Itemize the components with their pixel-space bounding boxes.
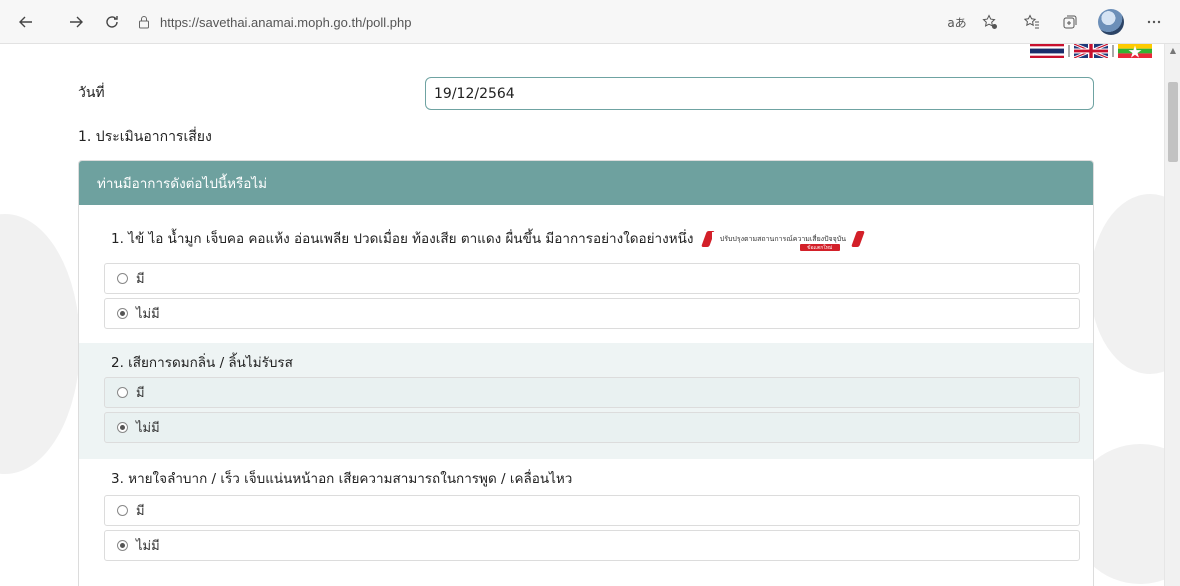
profile-avatar[interactable] (1098, 9, 1124, 35)
flag-separator (1112, 45, 1114, 57)
option-label: มี (136, 386, 145, 401)
background-decoration (0, 214, 80, 474)
option-label: ไม่มี (136, 539, 160, 554)
section-title: 1. ประเมินอาการเสี่ยง (78, 129, 212, 145)
symptom-card: ท่านมีอาการดังต่อไปนี้หรือไม่ 1. ไข้ ไอ … (78, 160, 1094, 586)
page-content: วันที่ 19/12/2564 1. ประเมินอาการเสี่ยง … (0, 44, 1164, 586)
radio-button-selected[interactable] (117, 308, 128, 319)
scrollbar-thumb[interactable] (1168, 82, 1178, 162)
favorites-icon[interactable] (1018, 8, 1046, 36)
option-no[interactable]: ไม่มี (104, 530, 1080, 561)
background-decoration (1090, 194, 1164, 374)
read-aloud-icon[interactable]: aあ (942, 8, 972, 36)
option-no[interactable]: ไม่มี (104, 298, 1080, 329)
flag-separator (1068, 45, 1070, 57)
option-label: มี (136, 272, 145, 287)
badge-text: ปรับปรุงตามสถานการณ์ความเสี่ยงปัจจุบัน ข… (711, 232, 854, 251)
uk-flag-icon[interactable] (1074, 44, 1108, 58)
question-1: 1. ไข้ ไอ น้ำมูก เจ็บคอ คอแห้ง อ่อนเพลีย… (79, 205, 1093, 333)
question-3: 3. หายใจลำบาก / เร็ว เจ็บแน่นหน้าอก เสีย… (79, 459, 1093, 586)
scroll-up-icon[interactable]: ▲ (1165, 46, 1180, 58)
radio-button[interactable] (117, 505, 128, 516)
lock-icon[interactable] (138, 15, 160, 29)
radio-button-selected[interactable] (117, 422, 128, 433)
badge-sub-text: ข้อเเตกใหม่ (799, 244, 840, 251)
radio-button-selected[interactable] (117, 540, 128, 551)
question-label: 1. ไข้ ไอ น้ำมูก เจ็บคอ คอแห้ง อ่อนเพลีย… (111, 231, 694, 247)
more-icon[interactable] (1140, 8, 1168, 36)
option-yes[interactable]: มี (104, 263, 1080, 294)
option-label: ไม่มี (136, 307, 160, 322)
question-2: 2. เสียการดมกลิ่น / ลิ้นไม่รับรส มี ไม่ม… (79, 343, 1093, 459)
collections-icon[interactable] (1056, 8, 1084, 36)
address-url[interactable]: https://savethai.anamai.moph.go.th/poll.… (160, 15, 412, 30)
option-label: ไม่มี (136, 421, 160, 436)
question-label: 2. เสียการดมกลิ่น / ลิ้นไม่รับรส (111, 355, 293, 371)
address-bar[interactable]: https://savethai.anamai.moph.go.th/poll.… (138, 9, 998, 35)
add-favorite-icon[interactable] (976, 8, 1004, 36)
question-label: 3. หายใจลำบาก / เร็ว เจ็บแน่นหน้าอก เสีย… (111, 471, 573, 487)
radio-button[interactable] (117, 273, 128, 284)
option-yes[interactable]: มี (104, 495, 1080, 526)
refresh-icon[interactable] (98, 8, 126, 36)
myanmar-flag-icon[interactable] (1118, 44, 1152, 58)
update-badge: ปรับปรุงตามสถานการณ์ความเสี่ยงปัจจุบัน ข… (700, 231, 865, 251)
date-label: วันที่ (78, 85, 105, 101)
option-yes[interactable]: มี (104, 377, 1080, 408)
back-icon[interactable] (12, 8, 40, 36)
thai-flag-icon[interactable] (1030, 44, 1064, 58)
forward-icon[interactable] (62, 8, 90, 36)
language-flags (1030, 44, 1152, 58)
date-field[interactable]: 19/12/2564 (425, 77, 1094, 110)
browser-toolbar: https://savethai.anamai.moph.go.th/poll.… (0, 0, 1180, 44)
option-no[interactable]: ไม่มี (104, 412, 1080, 443)
radio-button[interactable] (117, 387, 128, 398)
question-text: 1. ไข้ ไอ น้ำมูก เจ็บคอ คอแห้ง อ่อนเพลีย… (111, 227, 865, 251)
vertical-scrollbar[interactable]: ▲ (1164, 44, 1180, 586)
option-label: มี (136, 504, 145, 519)
card-header: ท่านมีอาการดังต่อไปนี้หรือไม่ (79, 161, 1093, 205)
